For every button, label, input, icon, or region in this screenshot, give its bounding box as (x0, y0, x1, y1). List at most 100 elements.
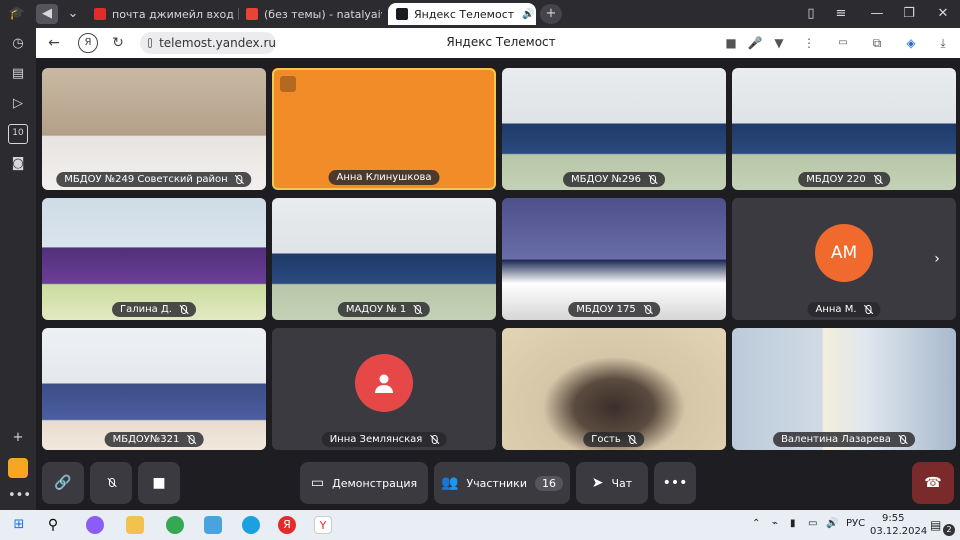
new-tab-plus-icon[interactable]: + (540, 4, 562, 24)
participant-name: МАДОУ № 1 (345, 304, 407, 315)
add-panel-plus-icon[interactable]: + (8, 428, 28, 448)
participant-name: МБДОУ 220 (806, 174, 866, 185)
windows-start-icon[interactable]: ⊞ (10, 516, 28, 534)
next-page-chevron-right-icon[interactable]: › (922, 244, 952, 274)
tab-gmail-inbox[interactable]: (без темы) - natalyaivochk (246, 3, 382, 25)
tab-audio-icon[interactable]: 🔊 (522, 9, 534, 20)
participants-button[interactable]: 👥 Участники 16 (434, 462, 570, 504)
menu-icon[interactable]: ≡ (830, 4, 852, 24)
screen-share-button[interactable]: ▭ Демонстрация (300, 462, 428, 504)
participant-tile[interactable]: МБДОУ 220 (732, 68, 956, 190)
tab-label: (без темы) - natalyaivochk (264, 7, 382, 21)
mail-app-icon[interactable] (8, 458, 28, 478)
computer-icon[interactable] (204, 516, 222, 534)
toggle-camera-button[interactable]: ■ (138, 462, 180, 504)
tab-gmail-search[interactable]: почта джимейл вход gma (94, 3, 234, 25)
participant-name-label: МБДОУ№321 (104, 432, 204, 447)
alice-assistant-icon[interactable] (86, 516, 104, 534)
tray-network-icon[interactable]: ⌁ (772, 518, 778, 529)
people-icon: 👥 (441, 475, 459, 491)
toggle-mic-button[interactable] (90, 462, 132, 504)
participant-name-label: МАДОУ № 1 (337, 302, 431, 317)
address-bar: ← Я ↻ telemost.yandex.ru Яндекс Телемост… (36, 28, 960, 58)
search-icon[interactable]: ⚲ (44, 516, 62, 534)
connection-signal-icon (280, 76, 296, 92)
collections-icon[interactable]: ▤ (8, 64, 28, 84)
tab-telemost[interactable]: Яндекс Телемост 🔊 ✕ (388, 3, 536, 25)
tray-battery-icon[interactable]: ▭ (808, 518, 817, 529)
chrome-icon[interactable] (166, 516, 184, 534)
reload-icon[interactable]: ↻ (108, 33, 128, 53)
video-camera-icon: ■ (152, 475, 166, 491)
bookmarks-icon[interactable]: ▯ (800, 4, 822, 24)
participant-tile[interactable]: МБДОУ №249 Советский район (42, 68, 266, 190)
minimize-icon[interactable]: — (866, 4, 888, 24)
history-icon[interactable]: ◷ (8, 34, 28, 54)
yandex-browser-icon[interactable]: Я (278, 516, 296, 534)
participant-name: МБДОУ №249 Советский район (64, 174, 228, 185)
battery-icon[interactable]: ▭ (834, 34, 852, 52)
tabs-menu-chevron-down-icon[interactable]: ⌄ (62, 4, 84, 24)
translate-icon[interactable]: ⧉ (868, 34, 886, 52)
file-explorer-icon[interactable] (126, 516, 144, 534)
tray-mic-icon[interactable]: ▮ (790, 518, 796, 529)
participant-name-label: Инна Землянская (321, 432, 447, 447)
screen-share-label: Демонстрация (332, 476, 418, 490)
camera-permission-icon[interactable]: ■ (722, 34, 740, 52)
gmail-favicon-icon (246, 8, 258, 20)
participant-name: Валентина Лазарева (781, 434, 891, 445)
keyboard-language[interactable]: РУС (846, 518, 865, 529)
mic-muted-icon (863, 304, 873, 315)
more-options-button[interactable]: ••• (654, 462, 696, 504)
participant-name-label: Галина Д. (112, 302, 196, 317)
extension-icon[interactable]: ◈ (902, 34, 920, 52)
clock-time[interactable]: 9:55 (882, 513, 904, 524)
downloads-icon[interactable]: ⤓ (934, 34, 952, 52)
participant-tile[interactable]: Инна Землянская (272, 328, 496, 450)
participant-tile[interactable]: Галина Д. (42, 198, 266, 320)
tray-chevron-icon[interactable]: ⌃ (752, 518, 760, 529)
mic-muted-icon (647, 174, 657, 185)
edge-icon[interactable] (242, 516, 260, 534)
close-window-icon[interactable]: ✕ (932, 4, 954, 24)
participants-label: Участники (466, 476, 527, 490)
mic-muted-icon (428, 434, 438, 445)
participant-tile[interactable]: МБДОУ №296 (502, 68, 726, 190)
restore-icon[interactable]: ❐ (898, 4, 920, 24)
avatar-initials: AM (815, 223, 873, 282)
telemost-favicon-icon (396, 8, 408, 20)
participant-tile[interactable]: Валентина Лазарева (732, 328, 956, 450)
screen-share-icon: ▭ (310, 475, 325, 491)
more-dots-icon[interactable]: ••• (8, 486, 31, 506)
participant-tile[interactable]: МБДОУ 175 (502, 198, 726, 320)
participant-tile[interactable]: МБДОУ№321 (42, 328, 266, 450)
yandex-logo-icon[interactable]: 🎓 (6, 4, 28, 24)
yandex-home-icon[interactable]: Я (78, 33, 98, 53)
bookmark-icon[interactable]: ▼ (770, 34, 788, 52)
mic-permission-icon[interactable]: 🎤 (746, 34, 764, 52)
url-field[interactable]: telemost.yandex.ru (140, 32, 276, 54)
notifications-icon[interactable]: ▤ (930, 518, 941, 532)
participant-name: МБДОУ 175 (576, 304, 636, 315)
participant-tile[interactable]: МАДОУ № 1 (272, 198, 496, 320)
back-arrow-icon[interactable]: ← (44, 33, 64, 53)
participant-tile[interactable]: Гость (502, 328, 726, 450)
tab-sound-icon[interactable]: ◀ (36, 4, 58, 24)
more-vertical-icon[interactable]: ⋮ (800, 34, 818, 52)
tray-volume-icon[interactable]: 🔊 (826, 518, 838, 529)
avatar-user-icon (355, 353, 413, 412)
video-play-icon[interactable]: ▷ (8, 94, 28, 114)
screenshot-camera-icon[interactable]: ◙ (8, 154, 28, 174)
ten-app-icon[interactable]: 10 (8, 124, 28, 144)
participant-name: МБДОУ №296 (571, 174, 641, 185)
yandex-active-icon[interactable]: Y (314, 516, 332, 534)
chat-button[interactable]: ➤ Чат (576, 462, 648, 504)
copy-link-button[interactable]: 🔗 (42, 462, 84, 504)
url-text: telemost.yandex.ru (159, 36, 276, 50)
page-title: Яндекс Телемост (446, 35, 556, 49)
clock-date[interactable]: 03.12.2024 (870, 526, 927, 537)
participant-tile[interactable]: Анна Клинушкова (272, 68, 496, 190)
hang-up-button[interactable]: ☎ (912, 462, 954, 504)
tab-label: Яндекс Телемост (414, 7, 515, 21)
mic-muted-icon (627, 434, 637, 445)
